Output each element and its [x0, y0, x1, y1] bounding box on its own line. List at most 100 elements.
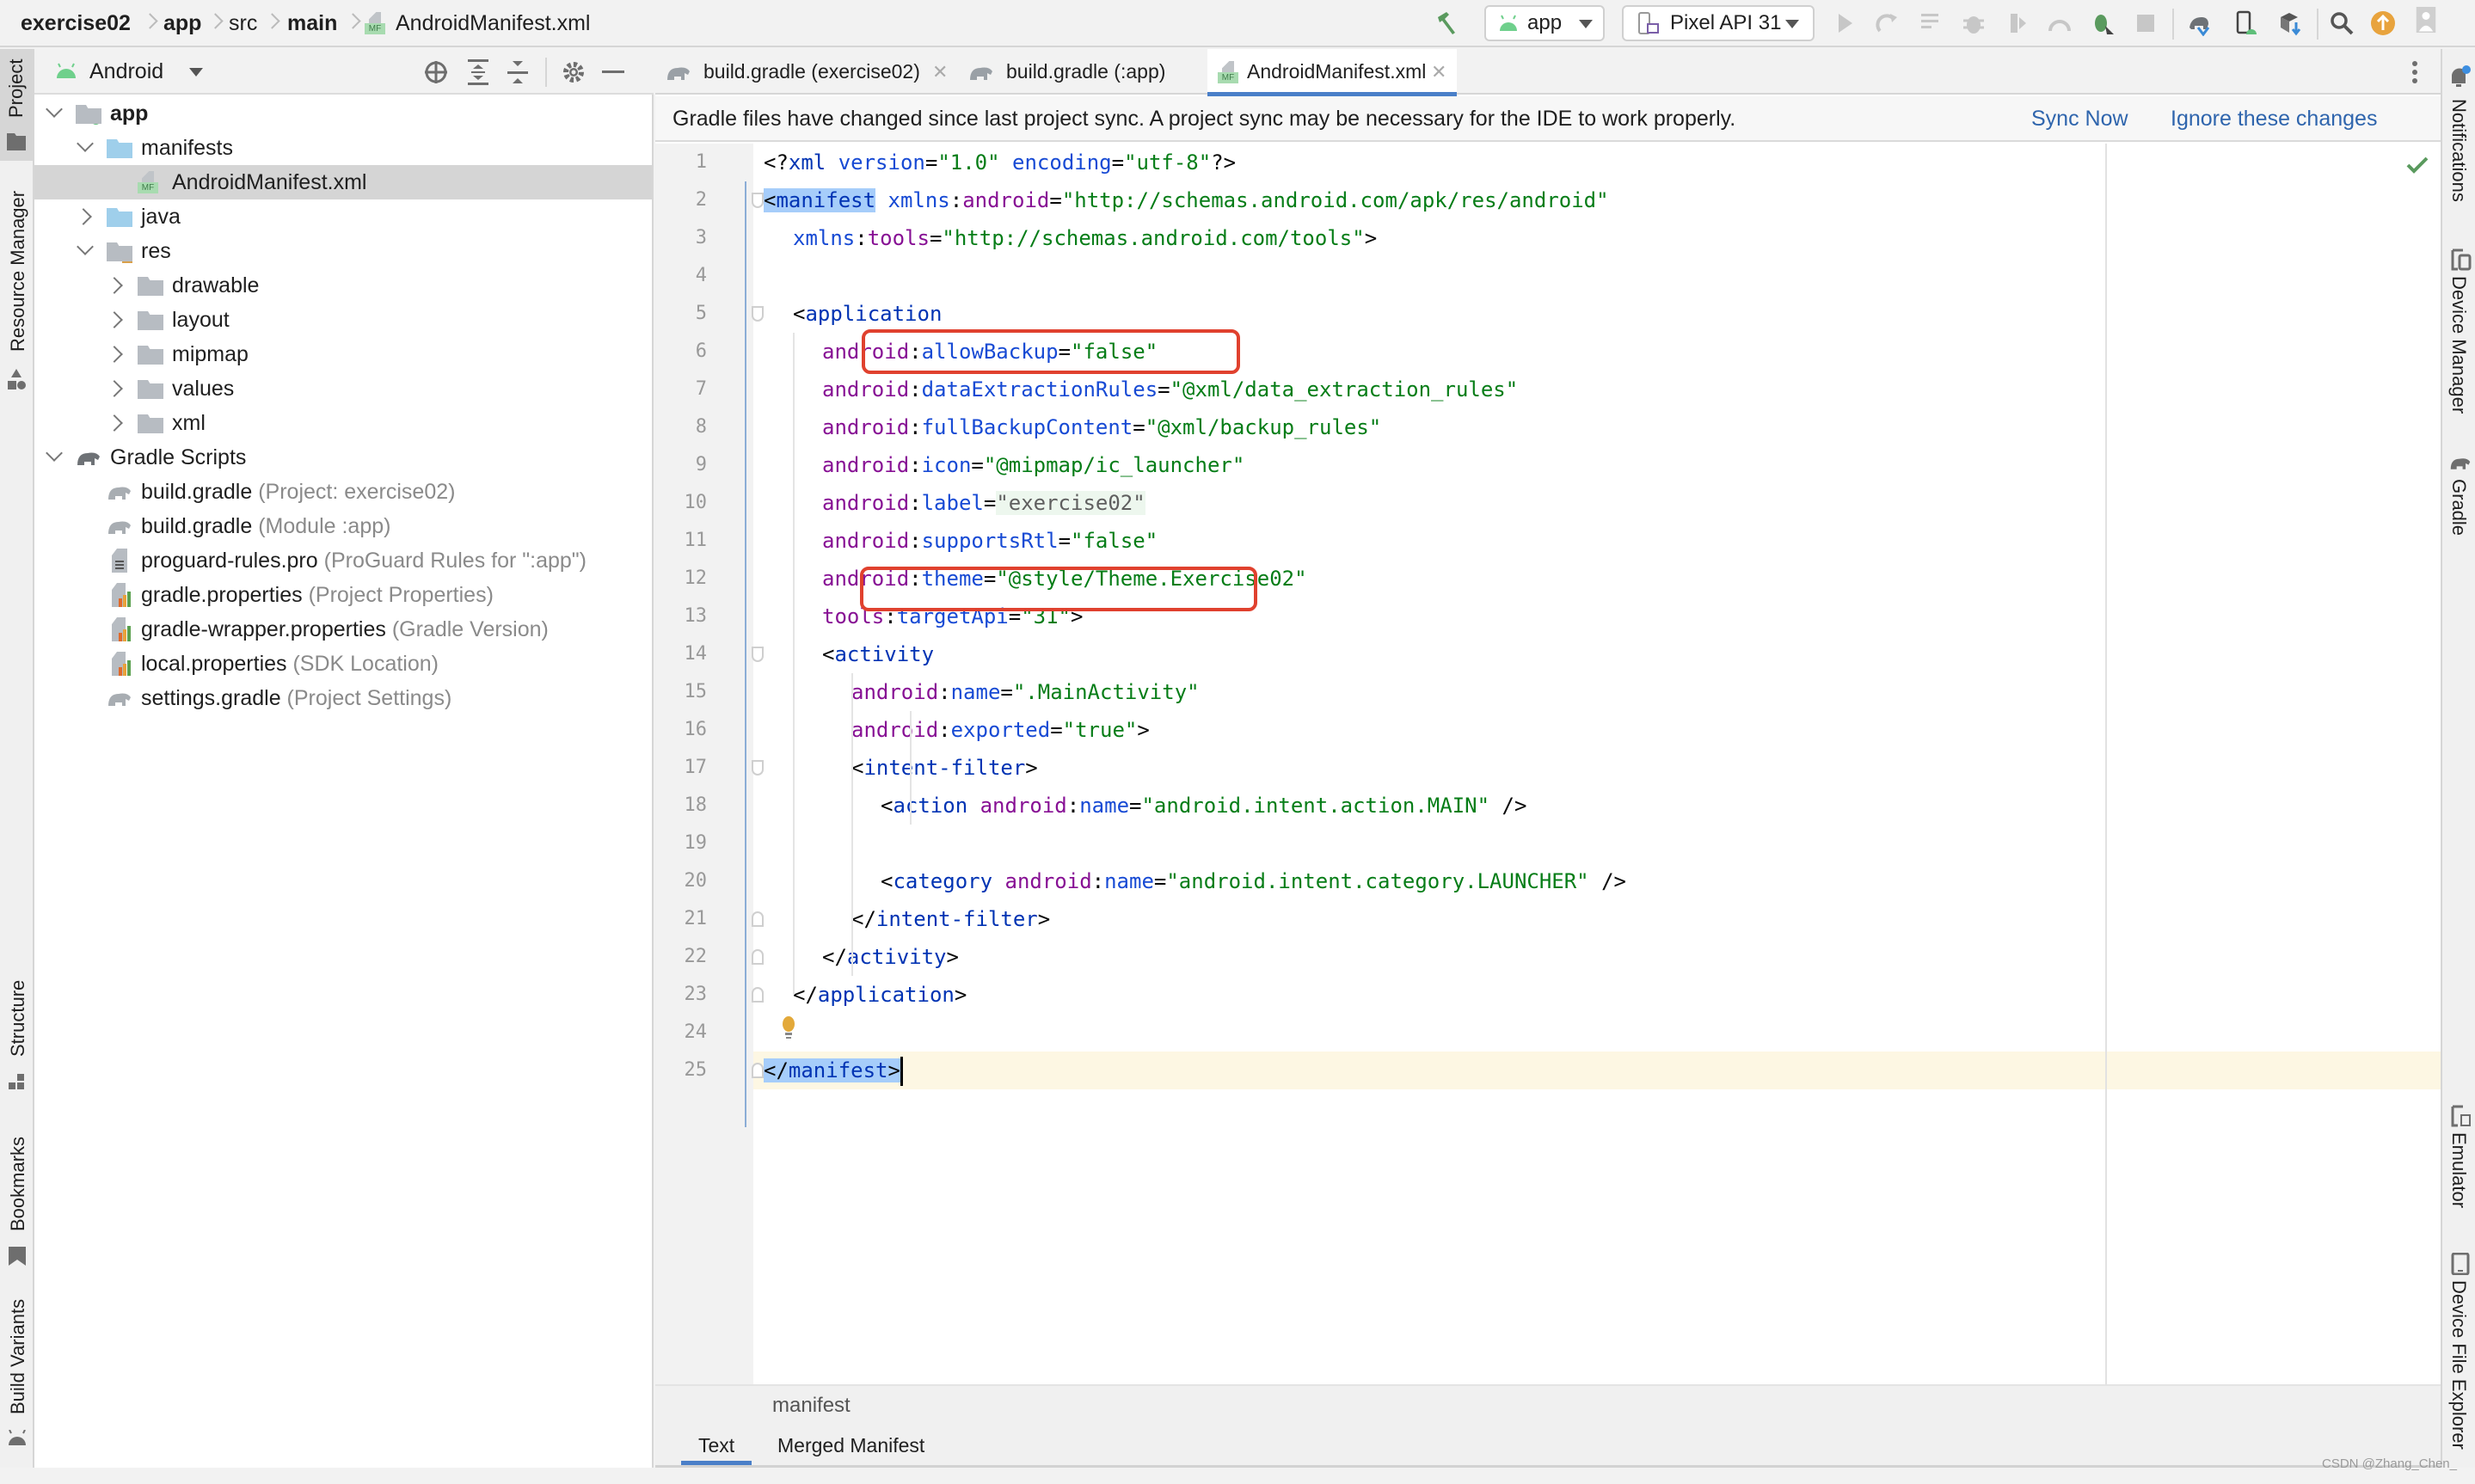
- update-icon[interactable]: [2370, 10, 2396, 36]
- gear-icon[interactable]: [561, 59, 587, 85]
- code-line[interactable]: </activity>: [822, 938, 959, 976]
- chevron-down-icon[interactable]: [77, 238, 94, 255]
- tree-item[interactable]: layout: [34, 303, 652, 337]
- code-line[interactable]: android:label="exercise02": [822, 484, 1145, 522]
- breadcrumb-module[interactable]: app: [163, 10, 201, 36]
- code-line[interactable]: android:dataExtractionRules="@xml/data_e…: [822, 371, 1518, 408]
- project-view-selector[interactable]: Android: [55, 49, 227, 95]
- tree-item[interactable]: gradle-wrapper.properties (Gradle Versio…: [34, 612, 652, 647]
- chevron-down-icon[interactable]: [77, 135, 94, 152]
- notifications-bell-icon[interactable]: [2449, 64, 2472, 89]
- fold-end-icon[interactable]: [752, 1063, 764, 1078]
- sync-now-link[interactable]: Sync Now: [2031, 96, 2128, 142]
- tree-item[interactable]: res: [34, 234, 652, 268]
- chevron-down-icon[interactable]: [46, 101, 63, 118]
- tool-tab-build-variants[interactable]: Build Variants: [7, 1299, 29, 1414]
- run-configuration-selector[interactable]: app: [1484, 5, 1605, 41]
- collapse-all-icon[interactable]: [506, 59, 530, 85]
- close-tab-icon[interactable]: ✕: [932, 49, 948, 95]
- intention-bulb-icon[interactable]: [779, 1015, 798, 1041]
- code-line[interactable]: </intent-filter>: [851, 900, 1050, 938]
- apply-changes-icon[interactable]: [1875, 10, 1901, 36]
- tree-item[interactable]: app: [34, 96, 652, 131]
- tool-tab-notifications[interactable]: Notifications: [2447, 99, 2470, 202]
- code-line[interactable]: <action android:name="android.intent.act…: [881, 787, 1526, 825]
- code-line[interactable]: </manifest>: [764, 1052, 903, 1089]
- code-line[interactable]: android:exported="true">: [851, 711, 1150, 749]
- tree-item[interactable]: build.gradle (Project: exercise02): [34, 475, 652, 509]
- build-variants-icon[interactable]: [7, 1430, 28, 1447]
- fold-collapse-icon[interactable]: [752, 193, 764, 208]
- code-line[interactable]: </application>: [793, 976, 967, 1014]
- structure-icon[interactable]: [9, 1074, 26, 1091]
- device-manager-icon[interactable]: [2232, 10, 2258, 36]
- chevron-right-icon[interactable]: [106, 346, 123, 363]
- chevron-right-icon[interactable]: [106, 277, 123, 294]
- profile-icon[interactable]: [2004, 10, 2030, 36]
- gradle-sync-icon[interactable]: [2186, 10, 2212, 36]
- code-line[interactable]: android:icon="@mipmap/ic_launcher": [822, 446, 1244, 484]
- fold-end-icon[interactable]: [752, 987, 764, 1003]
- breadcrumb-file[interactable]: AndroidManifest.xml: [396, 10, 590, 36]
- tool-tab-structure[interactable]: Structure: [7, 980, 29, 1057]
- code-line[interactable]: android:fullBackupContent="@xml/backup_r…: [822, 408, 1381, 446]
- breadcrumb-project[interactable]: exercise02: [21, 10, 131, 36]
- tree-item[interactable]: xml: [34, 406, 652, 440]
- code-line[interactable]: <activity: [822, 635, 934, 673]
- code-line[interactable]: <category android:name="android.intent.c…: [881, 862, 1626, 900]
- tree-item[interactable]: Gradle Scripts: [34, 440, 652, 475]
- chevron-down-icon[interactable]: [46, 445, 63, 462]
- tree-item[interactable]: build.gradle (Module :app): [34, 509, 652, 543]
- tool-tab-gradle[interactable]: Gradle: [2447, 479, 2470, 536]
- build-hammer-icon[interactable]: [1434, 10, 1460, 36]
- expand-all-icon[interactable]: [466, 59, 490, 85]
- code-line[interactable]: <intent-filter>: [851, 749, 1038, 787]
- breadcrumb-main[interactable]: main: [287, 10, 337, 36]
- code-line[interactable]: android:name=".MainActivity": [851, 673, 1200, 711]
- breadcrumb-src[interactable]: src: [229, 10, 257, 36]
- attach-debugger-process-icon[interactable]: [2090, 10, 2116, 36]
- fold-collapse-icon[interactable]: [752, 647, 764, 662]
- tool-tab-resource-manager[interactable]: Resource Manager: [7, 191, 29, 352]
- code-line[interactable]: android:supportsRtl="false": [822, 522, 1158, 560]
- tree-item[interactable]: values: [34, 371, 652, 406]
- resource-manager-icon[interactable]: [7, 369, 26, 391]
- locate-file-icon[interactable]: [423, 59, 449, 85]
- device-selector[interactable]: Pixel API 31: [1622, 5, 1815, 41]
- device-file-explorer-icon[interactable]: [2451, 1253, 2470, 1275]
- search-icon[interactable]: [2329, 10, 2355, 36]
- account-icon[interactable]: [2413, 7, 2439, 33]
- attach-debugger-icon[interactable]: [2047, 10, 2073, 36]
- code-line[interactable]: <manifest xmlns:android="http://schemas.…: [764, 181, 1609, 219]
- tab-merged-manifest[interactable]: Merged Manifest: [777, 1426, 924, 1465]
- editor-tab-active-bg[interactable]: MF AndroidManifest.xml ✕: [1207, 49, 1457, 96]
- code-line[interactable]: <?xml version="1.0" encoding="utf-8"?>: [764, 144, 1236, 181]
- tool-tab-bookmarks[interactable]: Bookmarks: [7, 1137, 29, 1231]
- tree-item[interactable]: local.properties (SDK Location): [34, 647, 652, 681]
- tree-item[interactable]: gradle.properties (Project Properties): [34, 578, 652, 612]
- tab-text[interactable]: Text: [680, 1426, 752, 1465]
- tool-tab-emulator[interactable]: Emulator: [2447, 1132, 2470, 1208]
- close-tab-icon[interactable]: ✕: [1431, 49, 1446, 95]
- tool-tab-device-file-explorer[interactable]: Device File Explorer: [2447, 1280, 2470, 1450]
- tool-tab-device-manager[interactable]: Device Manager: [2447, 276, 2470, 414]
- bookmark-icon[interactable]: [9, 1247, 26, 1266]
- tree-item[interactable]: settings.gradle (Project Settings): [34, 681, 652, 715]
- gradle-elephant-icon[interactable]: [2449, 453, 2472, 472]
- tree-item[interactable]: java: [34, 199, 652, 234]
- device-manager-icon[interactable]: [2451, 248, 2472, 271]
- sdk-manager-icon[interactable]: [2277, 10, 2303, 36]
- ignore-changes-link[interactable]: Ignore these changes: [2171, 96, 2377, 142]
- tree-item[interactable]: drawable: [34, 268, 652, 303]
- chevron-right-icon[interactable]: [75, 208, 92, 225]
- tree-item[interactable]: proguard-rules.pro (ProGuard Rules for "…: [34, 543, 652, 578]
- code-line[interactable]: <application: [793, 295, 942, 333]
- editor-tab-build-gradle-project[interactable]: build.gradle (exercise02) ✕: [655, 49, 960, 95]
- fold-end-icon[interactable]: [752, 949, 764, 965]
- stop-icon[interactable]: [2133, 10, 2159, 36]
- no-problems-check-icon[interactable]: [2406, 156, 2429, 175]
- debug-icon[interactable]: [1961, 10, 1987, 36]
- fold-end-icon[interactable]: [752, 911, 764, 927]
- apply-code-changes-icon[interactable]: [1918, 10, 1944, 36]
- breadcrumb-manifest[interactable]: manifest: [772, 1386, 851, 1426]
